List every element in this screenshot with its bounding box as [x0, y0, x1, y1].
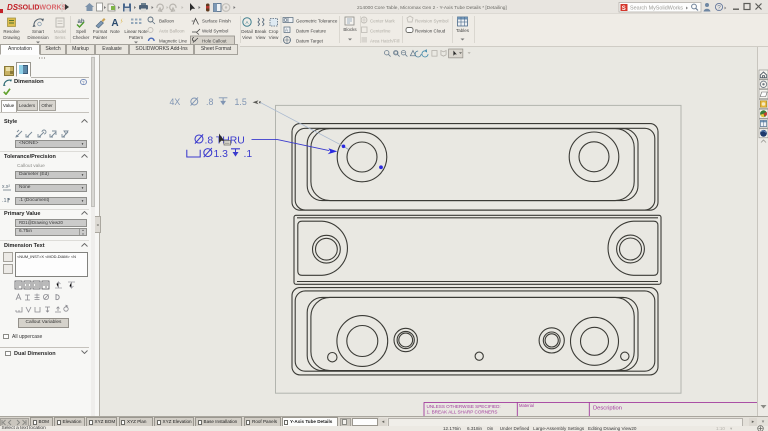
- svg-text:Surface Finish: Surface Finish: [202, 19, 231, 24]
- svg-text:Resolve: Resolve: [3, 29, 20, 34]
- svg-text:4X: 4X: [170, 97, 181, 107]
- svg-text:.8: .8: [206, 97, 213, 107]
- svg-text:A: A: [245, 20, 248, 25]
- svg-text:Auto Balloon: Auto Balloon: [159, 29, 185, 34]
- svg-text:Geometric Tolerance: Geometric Tolerance: [296, 19, 338, 24]
- svg-text:Balloon: Balloon: [159, 19, 175, 24]
- svg-text:214000 Core Table, Micromax Ge: 214000 Core Table, Micromax Gen 2 - Y-Ax…: [357, 5, 507, 11]
- svg-text:Datum Feature: Datum Feature: [296, 29, 327, 34]
- svg-text:.1: .1: [244, 149, 253, 160]
- svg-text:Area Hatch/Fill: Area Hatch/Fill: [370, 39, 400, 44]
- svg-text:1.3: 1.3: [214, 149, 229, 160]
- svg-text:Items: Items: [54, 35, 66, 40]
- svg-text:?: ?: [717, 5, 721, 12]
- svg-text:Painter: Painter: [93, 35, 108, 40]
- svg-text:Smart: Smart: [32, 29, 45, 34]
- svg-text:x.x²: x.x²: [2, 184, 10, 190]
- svg-text:Pattern: Pattern: [129, 35, 144, 40]
- svg-text:Format: Format: [93, 29, 108, 34]
- svg-text:Search MySolidWorks: Search MySolidWorks: [630, 6, 683, 12]
- svg-text:A: A: [111, 18, 118, 29]
- svg-text:Crop: Crop: [269, 29, 279, 34]
- svg-text:Revision Cloud: Revision Cloud: [415, 29, 446, 34]
- svg-text:SOLIDWORKS: SOLIDWORKS: [18, 5, 67, 12]
- svg-text:Centerline: Centerline: [370, 29, 391, 34]
- svg-text:View: View: [242, 35, 252, 40]
- svg-text:S: S: [622, 6, 626, 12]
- svg-text:Linear Note: Linear Note: [124, 29, 148, 34]
- svg-text:Blocks: Blocks: [343, 27, 357, 32]
- svg-text:View: View: [256, 35, 266, 40]
- svg-text:1.5: 1.5: [235, 97, 247, 107]
- svg-text:Spell: Spell: [76, 29, 86, 34]
- svg-text:.1⁋: .1⁋: [2, 197, 11, 204]
- svg-text:Center Mark: Center Mark: [370, 19, 396, 24]
- svg-text:Checker: Checker: [73, 35, 90, 40]
- svg-text:View: View: [269, 35, 279, 40]
- svg-text:Revision Symbol: Revision Symbol: [415, 19, 449, 24]
- svg-text:Note: Note: [110, 29, 120, 34]
- svg-text:Weld Symbol: Weld Symbol: [202, 29, 228, 34]
- svg-text:Model: Model: [54, 29, 66, 34]
- svg-text:Break: Break: [255, 29, 268, 34]
- svg-text:Description: Description: [593, 406, 622, 412]
- svg-text:A: A: [285, 28, 288, 33]
- svg-text:Material: Material: [519, 403, 534, 408]
- svg-text:Drawing: Drawing: [3, 35, 20, 40]
- svg-text:Datum Target: Datum Target: [296, 39, 324, 44]
- svg-text:Dimension: Dimension: [27, 35, 49, 40]
- svg-text:Detail: Detail: [241, 29, 253, 34]
- svg-text:1. BREAK ALL SHARP CORNERS: 1. BREAK ALL SHARP CORNERS: [427, 410, 498, 415]
- svg-text:Hole Callout: Hole Callout: [202, 39, 227, 44]
- svg-text:Magnetic Line: Magnetic Line: [159, 39, 188, 44]
- svg-text:UNLESS OTHERWISE SPECIFIED:: UNLESS OTHERWISE SPECIFIED:: [427, 404, 501, 409]
- svg-text:Tables: Tables: [456, 28, 470, 33]
- svg-text:DS: DS: [7, 3, 19, 12]
